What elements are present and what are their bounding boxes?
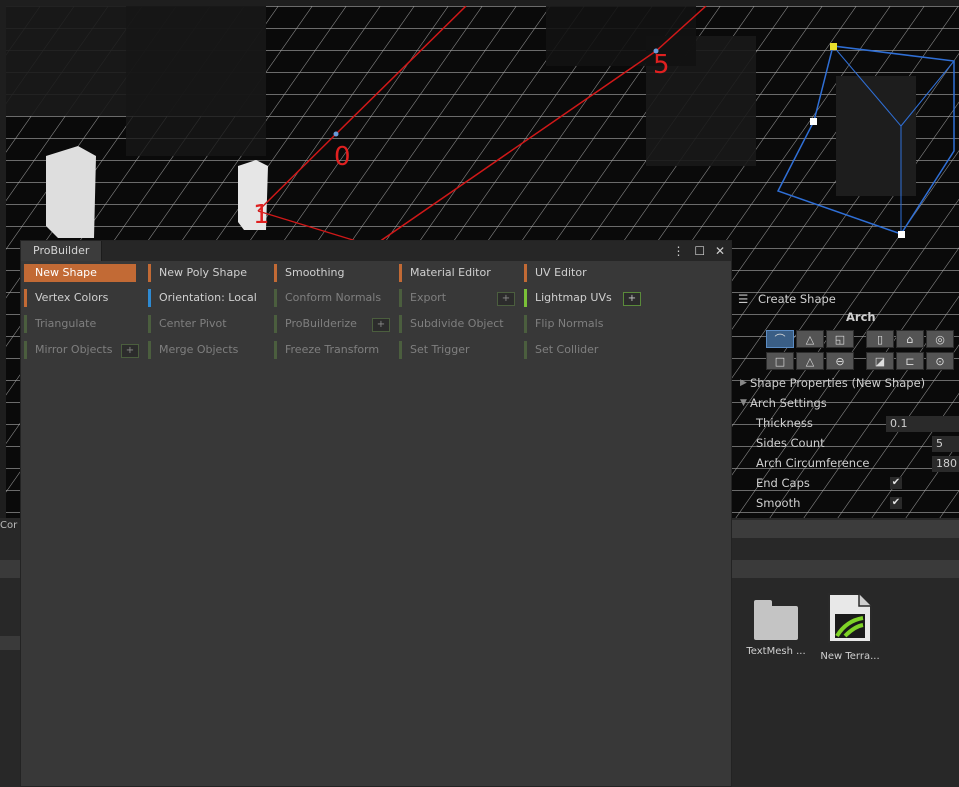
left-panel-bar: [0, 560, 20, 578]
terrain-asset-icon: [828, 593, 872, 643]
probuilderize-options-button[interactable]: +: [372, 318, 390, 332]
smooth-checkbox[interactable]: ✔: [890, 497, 902, 509]
end-caps-label: End Caps: [756, 476, 810, 490]
smooth-label: Smooth: [756, 496, 801, 510]
project-panel-header: [730, 520, 959, 538]
asset-new-terrain[interactable]: New Terra...: [815, 592, 885, 662]
asset-label: New Terra...: [820, 651, 880, 662]
arch-circumference-label: Arch Circumference: [756, 456, 870, 470]
thickness-field[interactable]: 0.1: [886, 416, 959, 432]
collapsed-arrow-icon: ▶: [740, 378, 747, 388]
folder-icon: [752, 600, 800, 640]
scene-label-1: 1: [253, 200, 270, 230]
thickness-label: Thickness: [756, 416, 813, 430]
arch-settings-foldout[interactable]: Arch Settings: [750, 396, 827, 410]
console-tab[interactable]: Cor: [0, 520, 20, 534]
torus-shape-icon[interactable]: ⊙: [926, 352, 954, 370]
tool-triangulate[interactable]: Triangulate: [24, 315, 136, 333]
asset-label: TextMesh ...: [746, 646, 806, 657]
tool-set-trigger[interactable]: Set Trigger: [399, 341, 511, 359]
cylinder-shape-icon[interactable]: ▯: [866, 330, 894, 348]
sphere-shape-icon[interactable]: ⊖: [826, 352, 854, 370]
hamburger-icon[interactable]: ☰: [738, 292, 748, 306]
maximize-icon[interactable]: ☐: [694, 244, 705, 258]
plane-shape-icon[interactable]: □: [766, 352, 794, 370]
tool-conform-normals[interactable]: Conform Normals: [274, 289, 386, 307]
asset-textmesh-folder[interactable]: TextMesh ...: [741, 600, 811, 657]
scene-label-0: 0: [334, 142, 351, 172]
arch-shape-icon[interactable]: ⌒: [766, 330, 794, 348]
tool-probuilderize[interactable]: ProBuilderize: [274, 315, 364, 333]
close-icon[interactable]: ✕: [715, 244, 725, 258]
mirror-options-button[interactable]: +: [121, 344, 139, 358]
tool-subdivide-object[interactable]: Subdivide Object: [399, 315, 511, 333]
cone-shape-icon[interactable]: △: [796, 330, 824, 348]
tool-new-poly-shape[interactable]: New Poly Shape: [148, 264, 260, 282]
lightmap-options-button[interactable]: +: [623, 292, 641, 306]
tool-orientation[interactable]: Orientation: Local: [148, 289, 260, 307]
window-controls: ⋮ ☐ ✕: [667, 241, 725, 261]
left-panel-selected-row[interactable]: [0, 636, 20, 650]
prism-shape-icon[interactable]: △: [796, 352, 824, 370]
tool-lightmap-uvs[interactable]: Lightmap UVs: [524, 289, 614, 307]
kebab-menu-icon[interactable]: ⋮: [673, 244, 685, 258]
pipe-shape-icon[interactable]: ◎: [926, 330, 954, 348]
probuilder-titlebar: ProBuilder ⋮ ☐ ✕: [21, 241, 731, 261]
tool-center-pivot[interactable]: Center Pivot: [148, 315, 260, 333]
tool-material-editor[interactable]: Material Editor: [399, 264, 511, 282]
tool-export[interactable]: Export: [399, 289, 489, 307]
probuilder-tab[interactable]: ProBuilder: [21, 241, 103, 261]
arch-circumference-field[interactable]: 180: [932, 456, 959, 472]
project-toolbar: [730, 560, 959, 578]
scene-label-5: 5: [653, 50, 670, 80]
end-caps-checkbox[interactable]: ✔: [890, 477, 902, 489]
stairs-shape-icon[interactable]: ⊏: [896, 352, 924, 370]
probuilder-window: ProBuilder ⋮ ☐ ✕ New Shape New Poly Shap…: [20, 240, 732, 787]
tool-merge-objects[interactable]: Merge Objects: [148, 341, 260, 359]
sides-count-label: Sides Count: [756, 436, 825, 450]
tool-uv-editor[interactable]: UV Editor: [524, 264, 636, 282]
tool-smoothing[interactable]: Smoothing: [274, 264, 386, 282]
tool-freeze-transform[interactable]: Freeze Transform: [274, 341, 386, 359]
create-shape-header: Create Shape: [758, 292, 836, 306]
cube-shape-icon[interactable]: ◱: [826, 330, 854, 348]
tool-mirror-objects[interactable]: Mirror Objects: [24, 341, 116, 359]
shape-name: Arch: [846, 310, 876, 324]
create-shape-overlay: ☰ Create Shape Arch ⌒ △ ◱ ▯ ⌂ ◎ □ △ ⊖ ◪ …: [736, 288, 959, 516]
tool-vertex-colors[interactable]: Vertex Colors: [24, 289, 136, 307]
tool-new-shape[interactable]: New Shape: [24, 264, 136, 282]
tool-set-collider[interactable]: Set Collider: [524, 341, 636, 359]
expanded-arrow-icon: ▼: [740, 398, 747, 408]
tool-flip-normals[interactable]: Flip Normals: [524, 315, 636, 333]
export-options-button[interactable]: +: [497, 292, 515, 306]
shape-properties-foldout[interactable]: Shape Properties (New Shape): [750, 376, 925, 390]
sides-count-field[interactable]: 5: [932, 436, 959, 452]
door-shape-icon[interactable]: ⌂: [896, 330, 924, 348]
sprite-shape-icon[interactable]: ◪: [866, 352, 894, 370]
